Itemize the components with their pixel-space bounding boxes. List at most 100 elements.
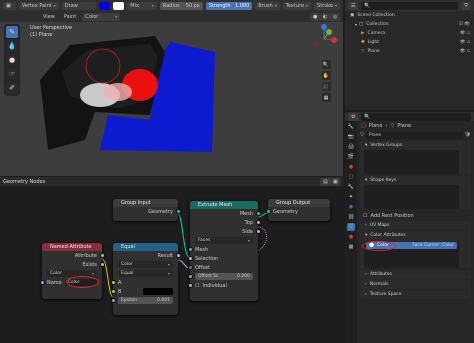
shape-keys-title: Shape Keys [370, 178, 397, 183]
fake-user-icon[interactable]: 🛡 [465, 132, 471, 138]
outliner-search[interactable]: 🔍 [361, 1, 458, 10]
offset-scale-field[interactable]: Offset Sc 0.200 [195, 273, 253, 280]
zoom-icon[interactable]: 🔍 [321, 60, 331, 69]
named-attribute-title: Named Attribute [42, 243, 102, 251]
node-named-attribute[interactable]: Named Attribute Attribute Exists Color ▾ … [39, 243, 105, 299]
navigation-gizmo[interactable] [309, 24, 339, 54]
camera-view-icon[interactable]: 🎥 [321, 82, 331, 91]
material-tab-icon[interactable]: ● [347, 233, 355, 241]
outliner-filter-icon[interactable]: ⛛ [461, 1, 471, 10]
side-socket-icon[interactable] [255, 229, 261, 234]
light-visibility-icon[interactable]: 👁 ▫ [460, 40, 474, 45]
viewport-nav-buttons: 🔍 ✋ 🎥 ▦ [321, 58, 331, 104]
equal-mode-select[interactable]: Equal ▾ [118, 270, 173, 277]
breadcrumb-mesh: Plane [397, 122, 412, 129]
section-texture-space[interactable]: › Texture Space [360, 290, 471, 299]
equal-type-select[interactable]: Color ▾ [118, 261, 173, 268]
a-socket-icon[interactable] [110, 280, 116, 285]
outliner-scene-collection[interactable]: ▣ Scene Collection [345, 11, 474, 20]
epsilon-socket-icon[interactable] [110, 298, 116, 303]
visibility-icon[interactable]: ☑ 👁 [459, 22, 474, 27]
name-socket-icon[interactable] [39, 280, 45, 285]
outliner-item-light[interactable]: ✺ Light 👁 ▫ [345, 38, 474, 47]
mesh-out-socket-icon[interactable] [255, 211, 261, 216]
breadcrumb-object: Plane [368, 122, 383, 129]
outliner: ☰ 🔍 ⛛ ▣ Scene Collection ▾ ▢ Collection … [345, 0, 474, 110]
constraints-tab-icon[interactable]: ⛓ [347, 213, 355, 221]
vertex-groups-list[interactable] [364, 150, 459, 174]
attribute-socket-icon[interactable] [99, 253, 105, 258]
group-input-title: Group Input [113, 199, 178, 207]
outliner-editor-button[interactable]: ☰ [348, 1, 358, 10]
add-rest-position[interactable]: ☐ Add Rest Position [357, 211, 474, 220]
section-uv-maps[interactable]: › UV Maps [360, 221, 471, 230]
checkbox-icon[interactable]: ☐ [363, 213, 367, 219]
individual-checkbox-icon[interactable]: ☐ [195, 283, 199, 289]
a-label: A [118, 279, 122, 286]
result-socket-icon[interactable] [175, 253, 181, 258]
plane-visibility-icon[interactable]: 👁 ▫ [460, 49, 474, 54]
b-label: B [118, 288, 122, 295]
physics-tab-icon[interactable]: ◉ [347, 203, 355, 211]
shape-keys-list[interactable] [364, 185, 459, 209]
particles-tab-icon[interactable]: ✦ [347, 193, 355, 201]
node-editor[interactable]: Geometry Nodes ▤ ▣ Group Input Geometry … [0, 177, 343, 343]
node-group-output[interactable]: Group Output Geometry [265, 199, 330, 221]
light-label: Light [367, 40, 380, 45]
properties-search[interactable]: 🔍 [361, 112, 471, 121]
node-group-input[interactable]: Group Input Geometry [113, 199, 181, 221]
color-attributes-list[interactable]: ⬤ Color Face Corner Color [362, 241, 459, 268]
equal-mode-label: Equal [121, 271, 134, 276]
offset-socket-icon[interactable] [187, 265, 193, 270]
scene-collection-icon: ▣ [350, 13, 355, 18]
add-rest-position-label: Add Rest Position [370, 212, 414, 219]
section-normals[interactable]: › Normals [360, 280, 471, 289]
extrude-offset-label: Offset [195, 264, 211, 271]
group-input-geometry-label: Geometry [148, 208, 173, 215]
outliner-item-plane[interactable]: ▽ Plane 👁 ▫ [345, 47, 474, 56]
pan-hand-icon[interactable]: ✋ [321, 71, 331, 80]
render-tab-icon[interactable]: 📷 [347, 133, 355, 141]
vertex-groups-title: Vertex Groups [370, 143, 403, 148]
mesh-in-socket-icon[interactable] [187, 247, 193, 252]
datablock-field[interactable]: Plane [365, 131, 463, 139]
modifier-tab-icon[interactable]: 🔧 [347, 183, 355, 191]
tool-tab-icon[interactable]: 🔧 [347, 123, 355, 131]
individual-label: Individual [202, 282, 227, 289]
object-tab-icon[interactable]: ▢ [347, 173, 355, 181]
scene-tab-icon[interactable]: 🎬 [347, 153, 355, 161]
offset-scale-socket-icon[interactable] [187, 274, 193, 279]
exists-socket-icon[interactable] [99, 262, 105, 267]
outliner-item-collection[interactable]: ▾ ▢ Collection ☑ 👁 [345, 20, 474, 29]
exists-out-label: Exists [82, 261, 97, 268]
camera-visibility-icon[interactable]: 👁 ▫ [460, 31, 474, 36]
b-color-swatch[interactable] [143, 288, 173, 295]
selection-socket-icon[interactable] [187, 256, 193, 261]
individual-socket-icon[interactable] [187, 283, 193, 288]
top-socket-icon[interactable] [255, 220, 261, 225]
extrude-selection-label: Selection [195, 255, 219, 262]
section-vertex-groups[interactable]: ▾ Vertex Groups [360, 141, 471, 174]
section-attributes[interactable]: › Attributes [360, 270, 471, 279]
name-label: Name [47, 279, 62, 286]
section-color-attributes[interactable]: ▾ Color Attributes ⬤ Color Face Corner Co… [360, 231, 471, 268]
b-socket-icon[interactable] [110, 289, 116, 294]
breadcrumb-separator-icon: › [385, 122, 388, 129]
geometry-socket-icon[interactable] [175, 209, 181, 214]
outliner-item-camera[interactable]: ▶ Camera 👁 ▫ [345, 29, 474, 38]
node-extrude-mesh[interactable]: Extrude Mesh Mesh Top Side Faces ▾ Mesh S… [187, 201, 261, 301]
viewport-area[interactable]: ▣ Vertex Paint ▾ Draw Mix ▾ Radius 50 px St… [0, 0, 343, 176]
extrude-mode-select[interactable]: Faces ▾ [195, 237, 253, 244]
world-tab-icon[interactable]: ● [347, 163, 355, 171]
highlight-annotation [362, 241, 396, 251]
data-tab-icon[interactable]: ▽ [347, 223, 355, 231]
section-shape-keys[interactable]: ▾ Shape Keys [360, 176, 471, 209]
output-tab-icon[interactable]: 🖨 [347, 143, 355, 151]
node-equal[interactable]: Equal Result Color ▾ Equal ▾ A B Epsilon 0.… [110, 243, 181, 315]
output-geometry-socket-icon[interactable] [265, 209, 271, 214]
texture-tab-icon[interactable]: ▦ [347, 243, 355, 251]
properties-editor-button[interactable]: ⚙ [348, 112, 358, 121]
color-attributes-title: Color Attributes [370, 233, 406, 238]
epsilon-field[interactable]: Epsilon 0.001 [118, 297, 173, 304]
grid-view-icon[interactable]: ▦ [321, 93, 331, 102]
